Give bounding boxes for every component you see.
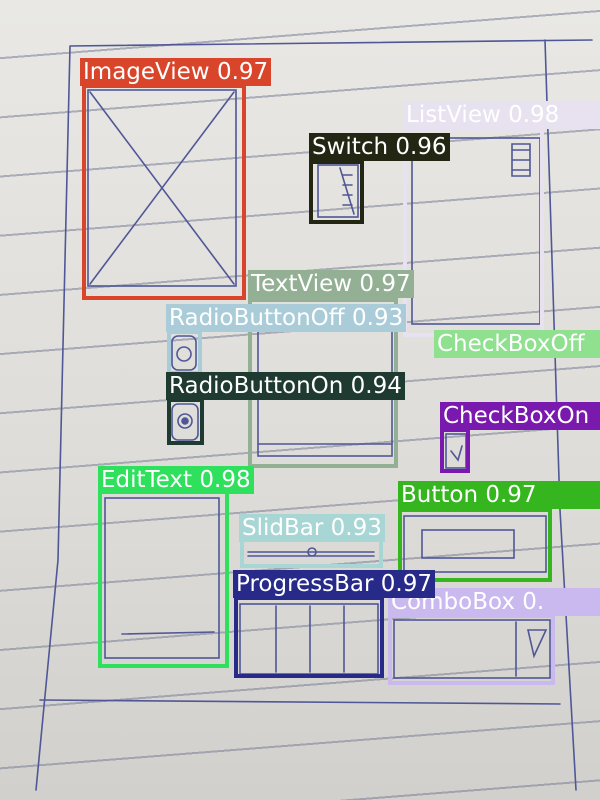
switch-label: Switch 0.96 <box>309 133 450 161</box>
textview-label: TextView 0.97 <box>248 270 414 298</box>
checkboxon-detection-box <box>440 428 470 473</box>
radiobuttonoff-label: RadioButtonOff 0.93 <box>166 304 407 332</box>
radiobuttonoff-detection-box <box>167 330 202 375</box>
imageview-detection-box <box>82 84 246 300</box>
combobox-detection-box <box>388 614 555 685</box>
radiobuttonon-label: RadioButtonOn 0.94 <box>166 372 405 400</box>
slidbar-detection-box <box>240 538 383 568</box>
switch-detection-box <box>309 160 364 224</box>
checkboxoff-label: CheckBoxOff <box>434 330 600 358</box>
imageview-label: ImageView 0.97 <box>80 58 272 86</box>
radiobuttonon-detection-box <box>167 398 204 445</box>
edittext-label: EditText 0.98 <box>98 466 254 494</box>
button-label: Button 0.97 <box>398 481 600 509</box>
edittext-detection-box <box>98 490 229 668</box>
listview-label: ListView 0.98 <box>403 101 600 129</box>
progressbar-detection-box <box>234 596 384 678</box>
progressbar-label: ProgressBar 0.97 <box>233 570 436 598</box>
slidbar-label: SlidBar 0.93 <box>239 514 385 542</box>
checkboxon-label: CheckBoxOn <box>440 402 600 430</box>
